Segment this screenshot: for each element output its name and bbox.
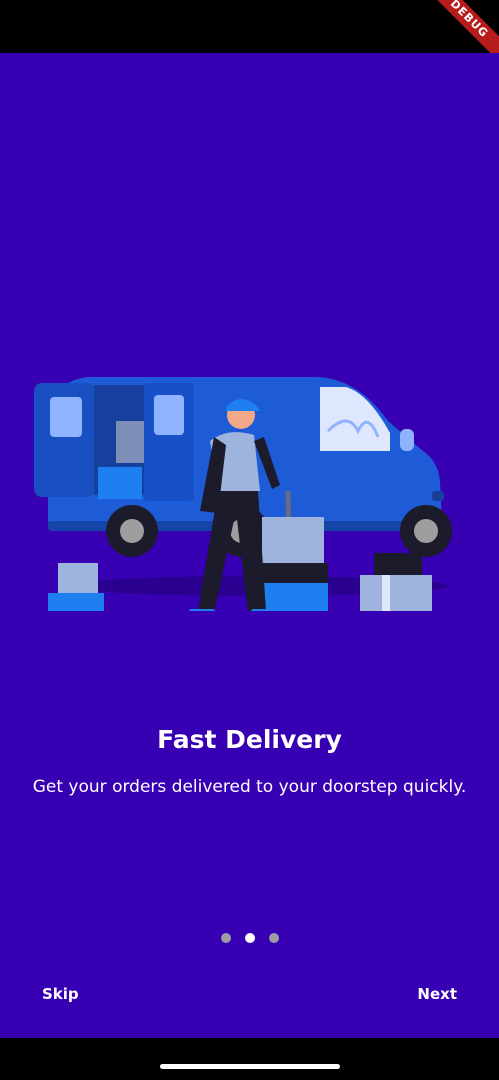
page-dot-1 bbox=[220, 933, 231, 943]
page-indicator bbox=[0, 933, 499, 943]
box-left-top bbox=[58, 563, 98, 593]
page-dot-3 bbox=[268, 933, 279, 943]
box-right-dark bbox=[374, 553, 422, 575]
onboarding-title: Fast Delivery bbox=[157, 725, 342, 754]
status-bar bbox=[0, 0, 499, 53]
system-nav-bar bbox=[0, 1038, 499, 1080]
box-right bbox=[360, 575, 432, 611]
next-button[interactable]: Next bbox=[411, 981, 463, 1007]
onboarding-screen: Fast Delivery Get your orders delivered … bbox=[0, 53, 499, 1038]
van-windshield bbox=[320, 387, 390, 451]
onboarding-subtitle: Get your orders delivered to your doorst… bbox=[32, 777, 467, 797]
skip-button[interactable]: Skip bbox=[36, 981, 85, 1007]
delivery-illustration bbox=[34, 377, 452, 611]
page-dot-2-active bbox=[244, 933, 255, 943]
home-indicator[interactable] bbox=[160, 1064, 340, 1069]
box-left-bottom bbox=[48, 593, 104, 611]
